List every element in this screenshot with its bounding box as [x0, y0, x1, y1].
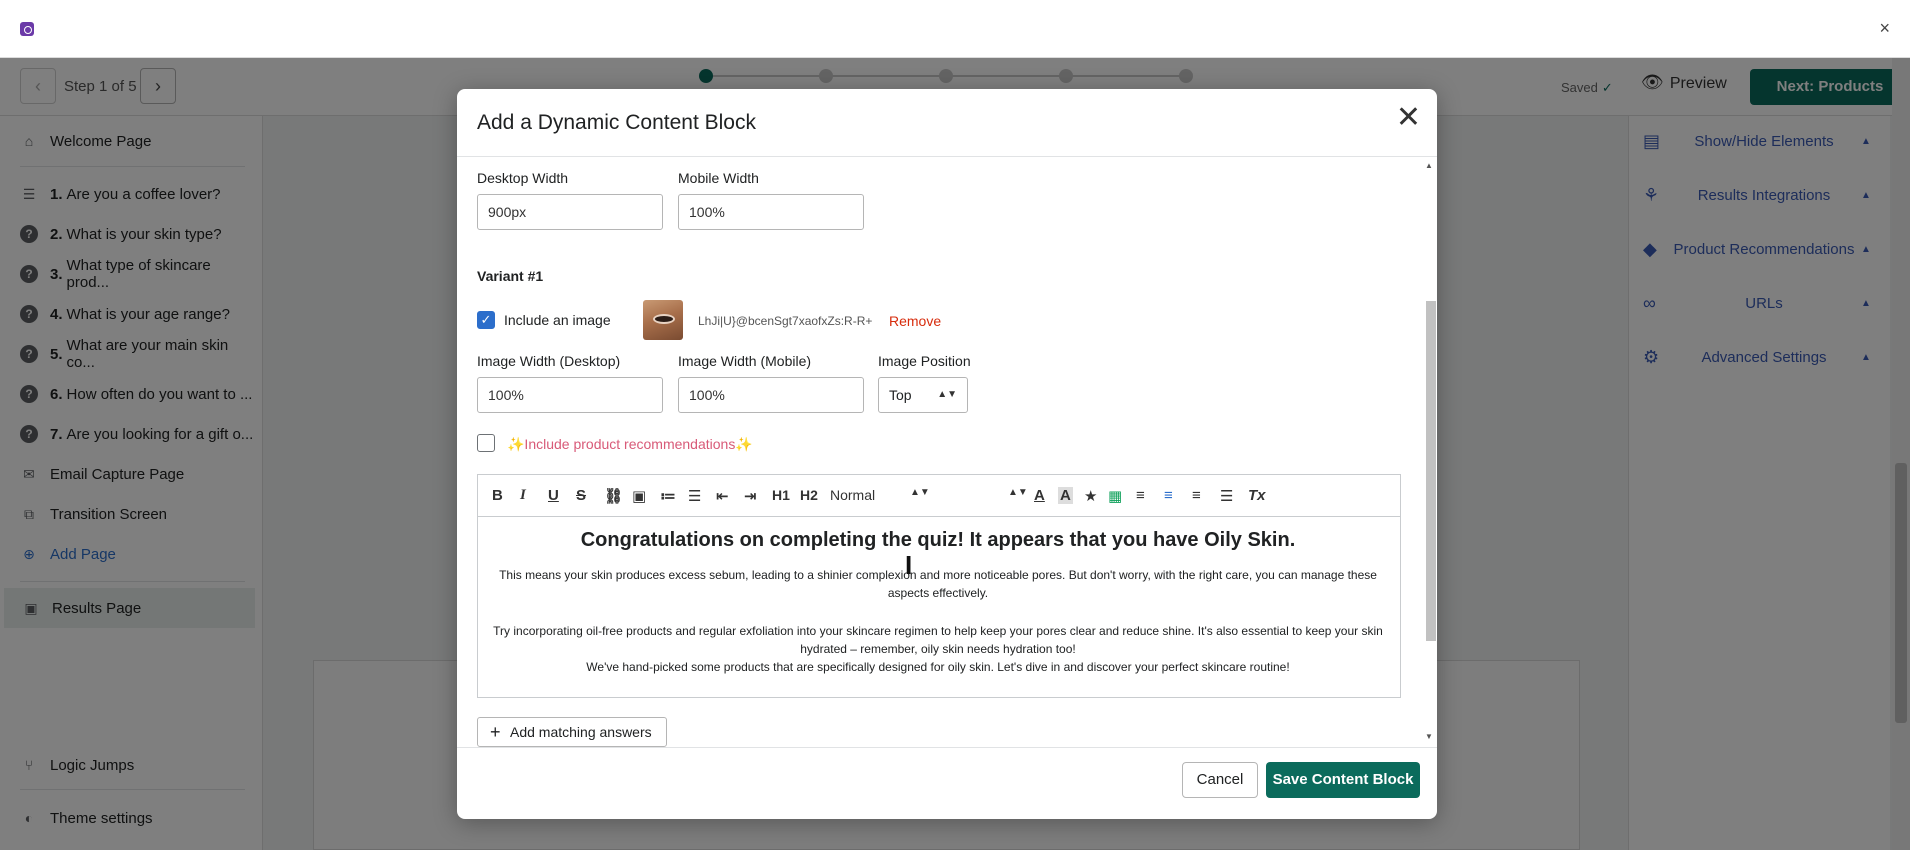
bullet-list-icon[interactable]: ☰	[688, 487, 701, 505]
modal-footer: Cancel Save Content Block	[457, 747, 1437, 819]
strike-icon[interactable]: S	[576, 487, 586, 504]
font-color-icon[interactable]: A	[1034, 487, 1045, 504]
image-width-desktop-label: Image Width (Desktop)	[477, 353, 621, 369]
format-select[interactable]: Normal ▲▼	[830, 487, 930, 503]
outdent-icon[interactable]: ⇤	[716, 487, 729, 505]
image-filename: LhJi|U}@bcenSgt7xaofxZs:R-R+	[698, 314, 873, 328]
image-thumbnail	[643, 300, 683, 340]
editor-paragraph-3: We've hand-picked some products that are…	[586, 660, 1290, 674]
window-close-icon[interactable]: ×	[1879, 18, 1890, 39]
include-image-label: Include an image	[504, 312, 611, 328]
include-recommendations-label: ✨Include product recommendations✨	[507, 436, 753, 452]
mobile-width-input[interactable]: 100%	[678, 194, 864, 230]
editor-content[interactable]: Congratulations on completing the quiz! …	[488, 529, 1388, 676]
editor-paragraph-2: Try incorporating oil-free products and …	[493, 624, 1383, 656]
image-position-label: Image Position	[878, 353, 971, 369]
italic-icon[interactable]: I	[520, 487, 526, 504]
editor-paragraph-1: This means your skin produces excess seb…	[499, 568, 1377, 600]
image-width-desktop-input[interactable]: 100%	[477, 377, 663, 413]
select-arrows-icon: ▲▼	[937, 389, 957, 400]
text-cursor-icon: I	[905, 550, 913, 580]
scroll-up-icon[interactable]: ▲	[1425, 161, 1433, 170]
plus-icon: +	[490, 722, 501, 742]
bold-icon[interactable]: B	[492, 487, 503, 504]
modal-scrollbar[interactable]: ▲ ▼	[1423, 161, 1437, 741]
app-icon	[20, 22, 34, 36]
add-matching-answers-button[interactable]: + Add matching answers	[477, 717, 667, 747]
cancel-button[interactable]: Cancel	[1182, 762, 1258, 798]
include-image-checkbox[interactable]: ✓	[477, 311, 495, 329]
link-icon[interactable]: ⛓	[604, 487, 623, 505]
desktop-width-input[interactable]: 900px	[477, 194, 663, 230]
modal-header: Add a Dynamic Content Block ✕	[457, 89, 1437, 157]
modal-body: Desktop Width 900px Mobile Width 100% Va…	[457, 157, 1437, 747]
align-left-icon[interactable]: ≡	[1136, 487, 1145, 504]
image-position-select[interactable]: Top ▲▼	[878, 377, 968, 413]
clear-format-icon[interactable]: Tx	[1248, 487, 1266, 504]
star-icon[interactable]: ★	[1084, 487, 1097, 505]
desktop-width-label: Desktop Width	[477, 170, 569, 186]
align-right-icon[interactable]: ≡	[1192, 487, 1201, 504]
mobile-width-label: Mobile Width	[678, 170, 759, 186]
select-arrows-icon: ▲▼	[910, 487, 930, 498]
scroll-down-icon[interactable]: ▼	[1425, 732, 1433, 741]
indent-icon[interactable]: ⇥	[744, 487, 757, 505]
heading-1-icon[interactable]: H1	[772, 487, 790, 503]
remove-image-link[interactable]: Remove	[889, 313, 941, 329]
editor-heading: Congratulations on completing the quiz! …	[580, 529, 1296, 551]
window-titlebar: ×	[0, 0, 1910, 58]
background-color-icon[interactable]: A	[1058, 487, 1073, 504]
save-content-block-button[interactable]: Save Content Block	[1266, 762, 1420, 798]
dynamic-content-modal: Add a Dynamic Content Block ✕ Desktop Wi…	[457, 89, 1437, 819]
editor-toolbar: B I U S ⛓ ▣ ≔ ☰ ⇤ ⇥ H1 H2 Normal ▲▼ ▲▼ A …	[478, 475, 1400, 517]
align-center-icon[interactable]: ≡	[1164, 487, 1173, 504]
image-icon[interactable]: ▣	[632, 487, 646, 505]
modal-title: Add a Dynamic Content Block	[477, 111, 756, 134]
include-recommendations-checkbox[interactable]	[477, 434, 495, 452]
underline-icon[interactable]: U	[548, 487, 559, 504]
image-width-mobile-label: Image Width (Mobile)	[678, 353, 812, 369]
image-width-mobile-input[interactable]: 100%	[678, 377, 864, 413]
heading-2-icon[interactable]: H2	[800, 487, 818, 503]
modal-close-icon[interactable]: ✕	[1396, 103, 1421, 133]
special-embed-icon[interactable]: ▦	[1108, 487, 1122, 505]
ordered-list-icon[interactable]: ≔	[660, 487, 676, 505]
align-justify-icon[interactable]: ☰	[1220, 487, 1233, 505]
size-select-arrows-icon[interactable]: ▲▼	[1008, 487, 1028, 498]
rich-text-editor: B I U S ⛓ ▣ ≔ ☰ ⇤ ⇥ H1 H2 Normal ▲▼ ▲▼ A …	[477, 474, 1401, 698]
variant-heading: Variant #1	[477, 268, 544, 284]
modal-scrollbar-thumb[interactable]	[1426, 301, 1436, 641]
